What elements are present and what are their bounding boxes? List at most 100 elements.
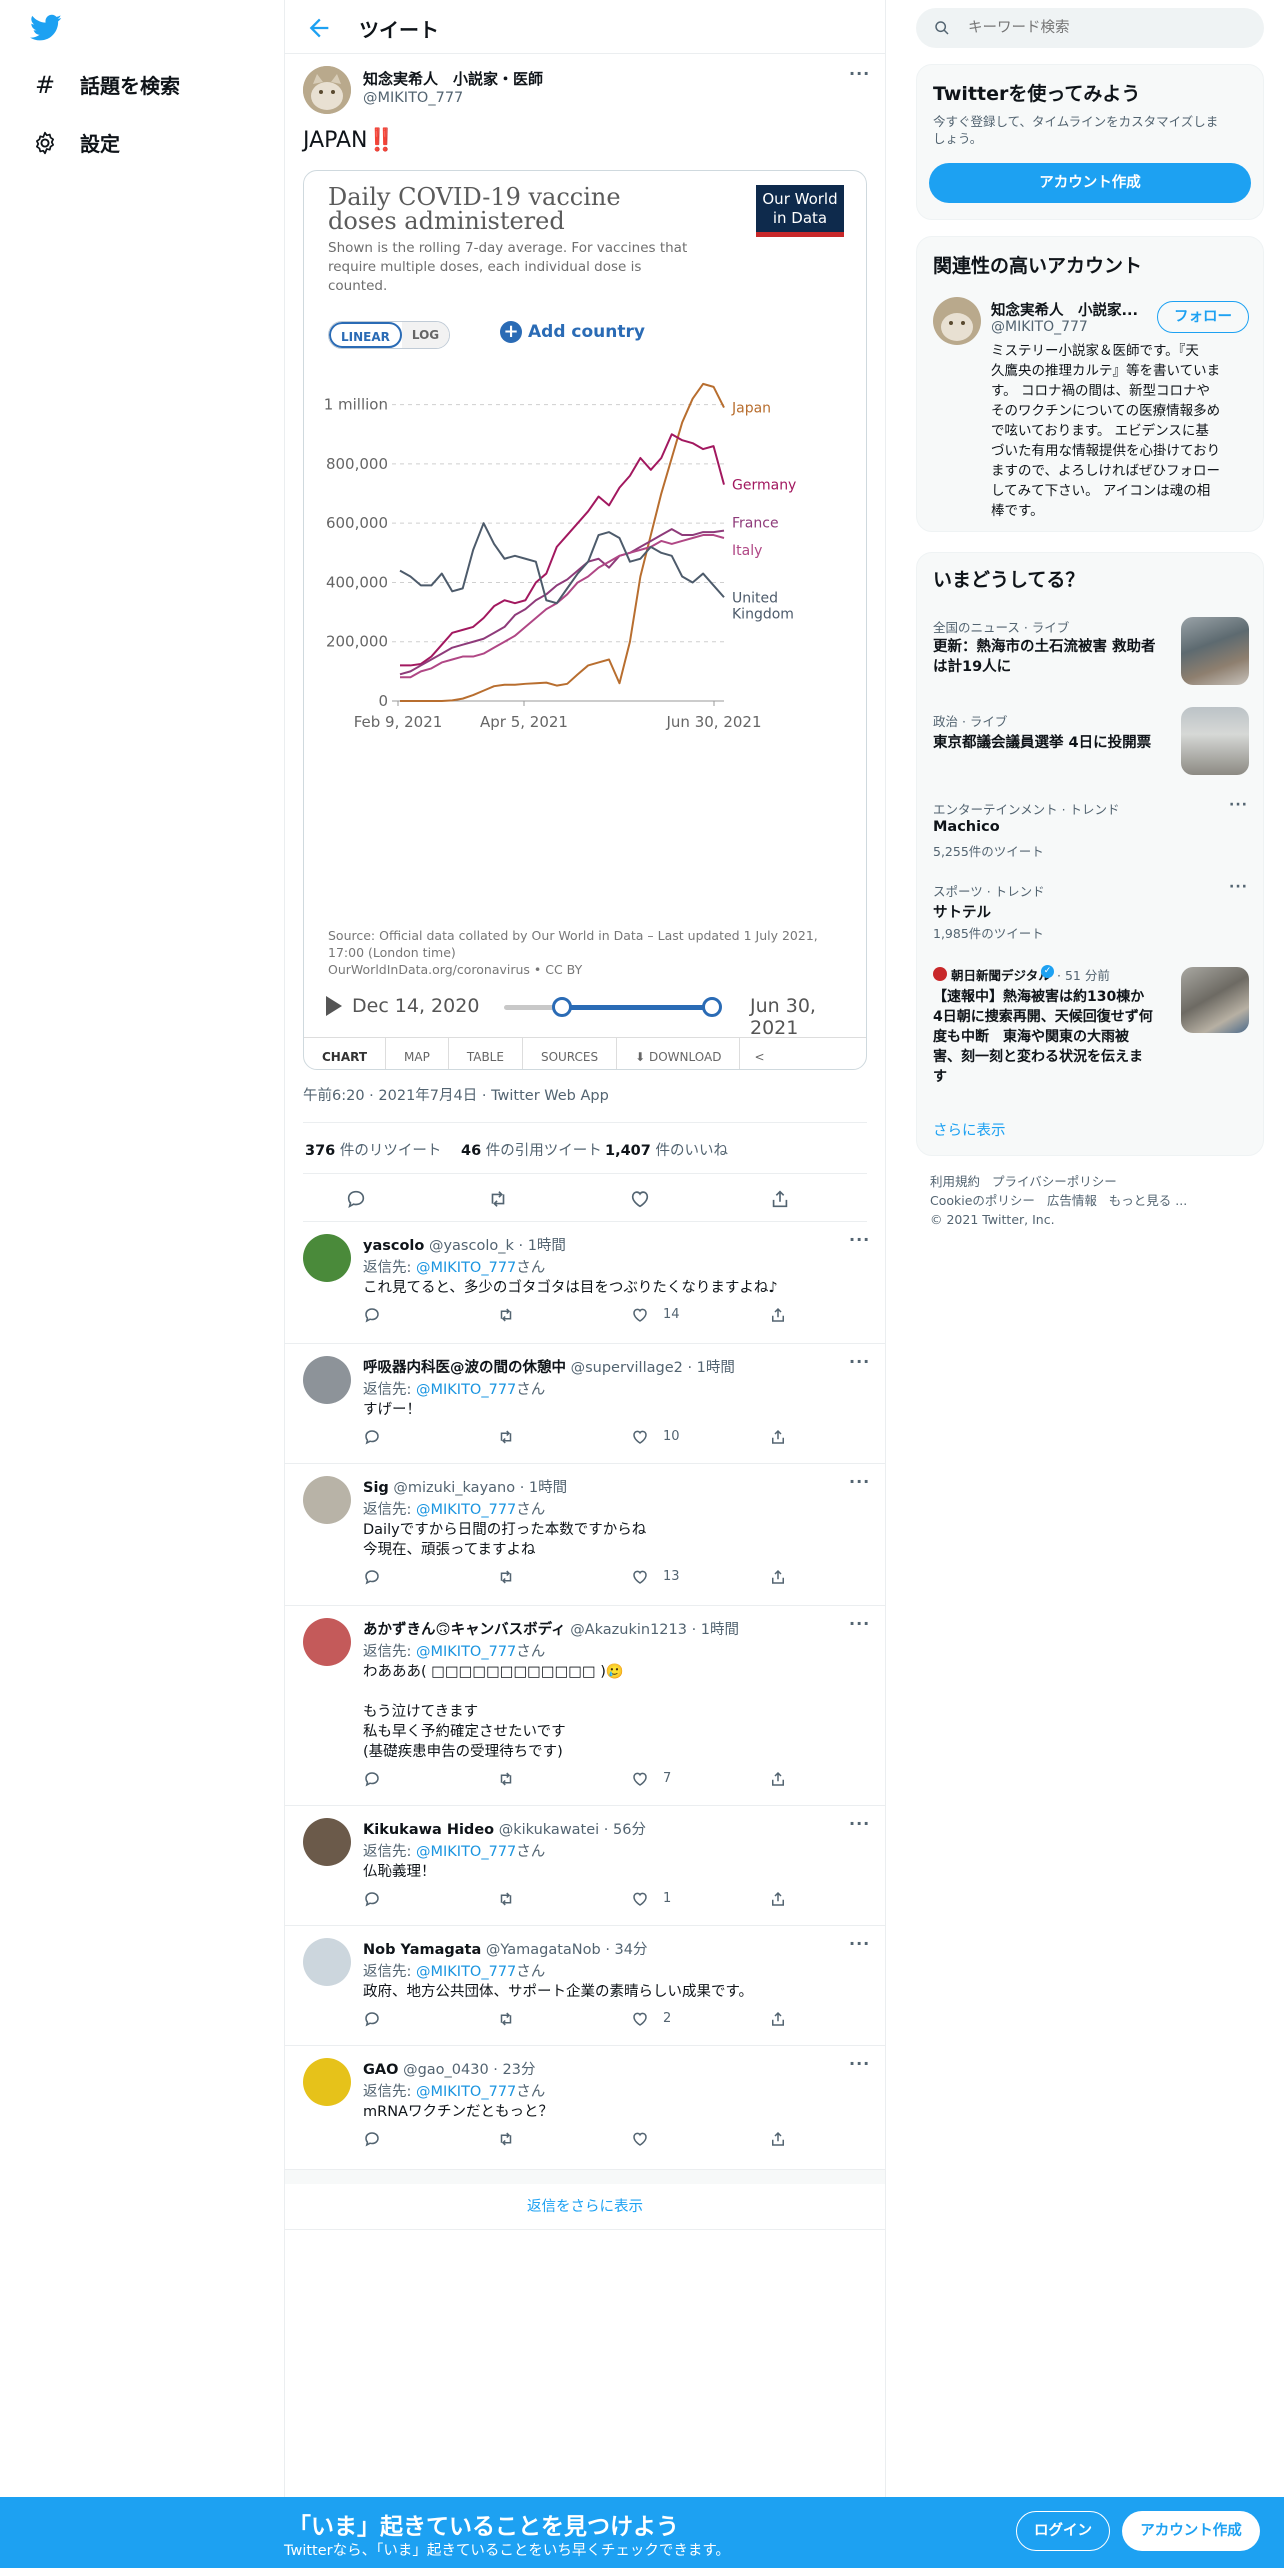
footer-link[interactable]: 広告情報 xyxy=(1047,1193,1097,1208)
more-options-icon[interactable]: ··· xyxy=(849,1934,870,1953)
quotes-stat[interactable]: 46 件の引用ツイート xyxy=(461,1139,602,1160)
reply-icon[interactable] xyxy=(363,1568,381,1586)
tab-table[interactable]: TABLE xyxy=(447,1038,522,1069)
retweet-icon[interactable] xyxy=(497,2130,515,2148)
search-box[interactable] xyxy=(916,8,1264,48)
create-account-button[interactable]: アカウント作成 xyxy=(929,163,1251,203)
reply-avatar[interactable] xyxy=(303,1356,351,1404)
like-icon[interactable] xyxy=(631,1306,649,1324)
scale-toggle[interactable]: LINEAR LOG xyxy=(328,321,451,349)
retweet-icon[interactable] xyxy=(497,1890,515,1908)
tweet-timestamp[interactable]: 午前6:20 · 2021年7月4日 · Twitter Web App xyxy=(303,1084,609,1105)
like-icon[interactable] xyxy=(629,1188,651,1210)
tab-sources[interactable]: SOURCES xyxy=(521,1038,616,1069)
tab-download[interactable]: ⬇ DOWNLOAD xyxy=(616,1038,739,1069)
reply-to-link[interactable]: @MIKITO_777 xyxy=(416,1260,516,1276)
reply-avatar[interactable] xyxy=(303,2058,351,2106)
toggle-linear[interactable]: LINEAR xyxy=(329,322,402,348)
nav-settings[interactable]: 設定 xyxy=(32,128,120,157)
share-icon[interactable] xyxy=(769,1568,787,1586)
trend-item[interactable]: エンターテインメント · トレンド Machico 5,255件のツイート ··… xyxy=(917,795,1263,875)
chart-card[interactable]: Daily COVID-19 vaccine doses administere… xyxy=(303,170,867,1070)
like-icon[interactable] xyxy=(631,1890,649,1908)
signup-button[interactable]: アカウント作成 xyxy=(1122,2511,1260,2551)
nav-explore[interactable]: # 話題を検索 xyxy=(32,70,180,99)
tab-map[interactable]: MAP xyxy=(385,1038,448,1069)
reply-icon[interactable] xyxy=(363,2130,381,2148)
back-arrow-icon[interactable] xyxy=(305,14,333,42)
source-link[interactable]: OurWorldInData.org/coronavirus • CC BY xyxy=(328,961,818,978)
like-icon[interactable] xyxy=(631,1770,649,1788)
more-options-icon[interactable]: ··· xyxy=(849,1352,870,1371)
share-icon[interactable]: < xyxy=(739,1038,778,1069)
footer-link[interactable]: Cookieのポリシー xyxy=(930,1193,1035,1208)
reply-author[interactable]: GAO @gao_0430 · 23分 xyxy=(363,2058,535,2079)
search-input[interactable] xyxy=(968,17,1238,39)
reply-avatar[interactable] xyxy=(303,1818,351,1866)
reply-icon[interactable] xyxy=(363,1306,381,1324)
owid-logo[interactable]: Our World in Data xyxy=(756,185,844,237)
more-options-icon[interactable]: ··· xyxy=(849,1230,870,1249)
follow-button[interactable]: フォロー xyxy=(1157,301,1249,333)
toggle-log[interactable]: LOG xyxy=(401,322,450,348)
like-icon[interactable] xyxy=(631,2130,649,2148)
trend-item[interactable]: スポーツ · トレンド サトテル 1,985件のツイート ··· xyxy=(917,877,1263,957)
twitter-logo-icon[interactable] xyxy=(30,14,62,42)
reply-avatar[interactable] xyxy=(303,1234,351,1282)
retweet-icon[interactable] xyxy=(497,2010,515,2028)
login-button[interactable]: ログイン xyxy=(1016,2511,1110,2551)
reply-author[interactable]: 呼吸器内科医@波の間の休憩中 @supervillage2 · 1時間 xyxy=(363,1356,735,1377)
reply-author[interactable]: Kikukawa Hideo @kikukawatei · 56分 xyxy=(363,1818,646,1839)
footer-link[interactable]: もっと見る ... xyxy=(1109,1193,1187,1208)
footer-link[interactable]: プライバシーポリシー xyxy=(992,1174,1117,1189)
retweet-icon[interactable] xyxy=(497,1428,515,1446)
share-icon[interactable] xyxy=(769,1890,787,1908)
reply-author[interactable]: yascolo @yascolo_k · 1時間 xyxy=(363,1234,566,1255)
retweet-icon[interactable] xyxy=(497,1770,515,1788)
relevant-avatar[interactable] xyxy=(933,297,981,345)
reply-icon[interactable] xyxy=(345,1188,367,1210)
reply-to-link[interactable]: @MIKITO_777 xyxy=(416,1964,516,1980)
reply-to-link[interactable]: @MIKITO_777 xyxy=(416,1644,516,1660)
more-options-icon[interactable]: ··· xyxy=(849,2054,870,2073)
news-item[interactable]: 朝日新聞デジタル ✓ · 51 分前 【速報中】熱海被害は約130棟か 4日朝に… xyxy=(917,961,1263,1101)
share-icon[interactable] xyxy=(769,1770,787,1788)
likes-stat[interactable]: 1,407 件のいいね xyxy=(605,1139,728,1160)
reply-tweet[interactable]: Kikukawa Hideo @kikukawatei · 56分 ··· 返信先:… xyxy=(285,1806,885,1926)
relevant-handle[interactable]: @MIKITO_777 xyxy=(991,319,1088,335)
retweets-stat[interactable]: 376 件のリツイート xyxy=(305,1139,441,1160)
reply-to-link[interactable]: @MIKITO_777 xyxy=(416,2084,516,2100)
more-options-icon[interactable]: ··· xyxy=(849,1472,870,1491)
reply-author[interactable]: Sig @mizuki_kayano · 1時間 xyxy=(363,1476,567,1497)
retweet-icon[interactable] xyxy=(497,1306,515,1324)
reply-icon[interactable] xyxy=(363,1770,381,1788)
author-avatar[interactable] xyxy=(303,66,351,114)
author-name[interactable]: 知念実希人 小説家・医師 xyxy=(363,68,543,89)
reply-avatar[interactable] xyxy=(303,1476,351,1524)
share-icon[interactable] xyxy=(769,1188,791,1210)
trend-item[interactable]: 全国のニュース · ライブ 更新：熱海市の土石流被害 救助者 は計19人に xyxy=(917,611,1263,693)
play-icon[interactable] xyxy=(326,996,342,1016)
share-icon[interactable] xyxy=(769,1428,787,1446)
more-options-icon[interactable]: ··· xyxy=(1229,879,1248,895)
show-more-replies[interactable]: 返信をさらに表示 xyxy=(285,2184,885,2230)
reply-tweet[interactable]: 呼吸器内科医@波の間の休憩中 @supervillage2 · 1時間 ··· 返信… xyxy=(285,1344,885,1464)
trends-show-more[interactable]: さらに表示 xyxy=(933,1119,1006,1140)
reply-icon[interactable] xyxy=(363,1428,381,1446)
reply-author[interactable]: Nob Yamagata @YamagataNob · 34分 xyxy=(363,1938,648,1959)
reply-author[interactable]: あかずきん🙃キャンバスボディ @Akazukin1213 · 1時間 xyxy=(363,1618,739,1639)
author-handle[interactable]: @MIKITO_777 xyxy=(363,90,463,106)
timeline-end-handle[interactable] xyxy=(702,997,722,1017)
reply-to-link[interactable]: @MIKITO_777 xyxy=(416,1382,516,1398)
reply-tweet[interactable]: Sig @mizuki_kayano · 1時間 ··· 返信先: @MIKITO_… xyxy=(285,1464,885,1606)
more-options-icon[interactable]: ··· xyxy=(849,64,870,83)
reply-icon[interactable] xyxy=(363,2010,381,2028)
reply-avatar[interactable] xyxy=(303,1938,351,1986)
tab-chart[interactable]: CHART xyxy=(304,1038,385,1069)
retweet-icon[interactable] xyxy=(497,1568,515,1586)
reply-to-link[interactable]: @MIKITO_777 xyxy=(416,1502,516,1518)
like-icon[interactable] xyxy=(631,1568,649,1586)
reply-tweet[interactable]: yascolo @yascolo_k · 1時間 ··· 返信先: @MIKITO_… xyxy=(285,1222,885,1344)
relevant-name[interactable]: 知念実希人 小説家... xyxy=(991,299,1138,320)
share-icon[interactable] xyxy=(769,1306,787,1324)
